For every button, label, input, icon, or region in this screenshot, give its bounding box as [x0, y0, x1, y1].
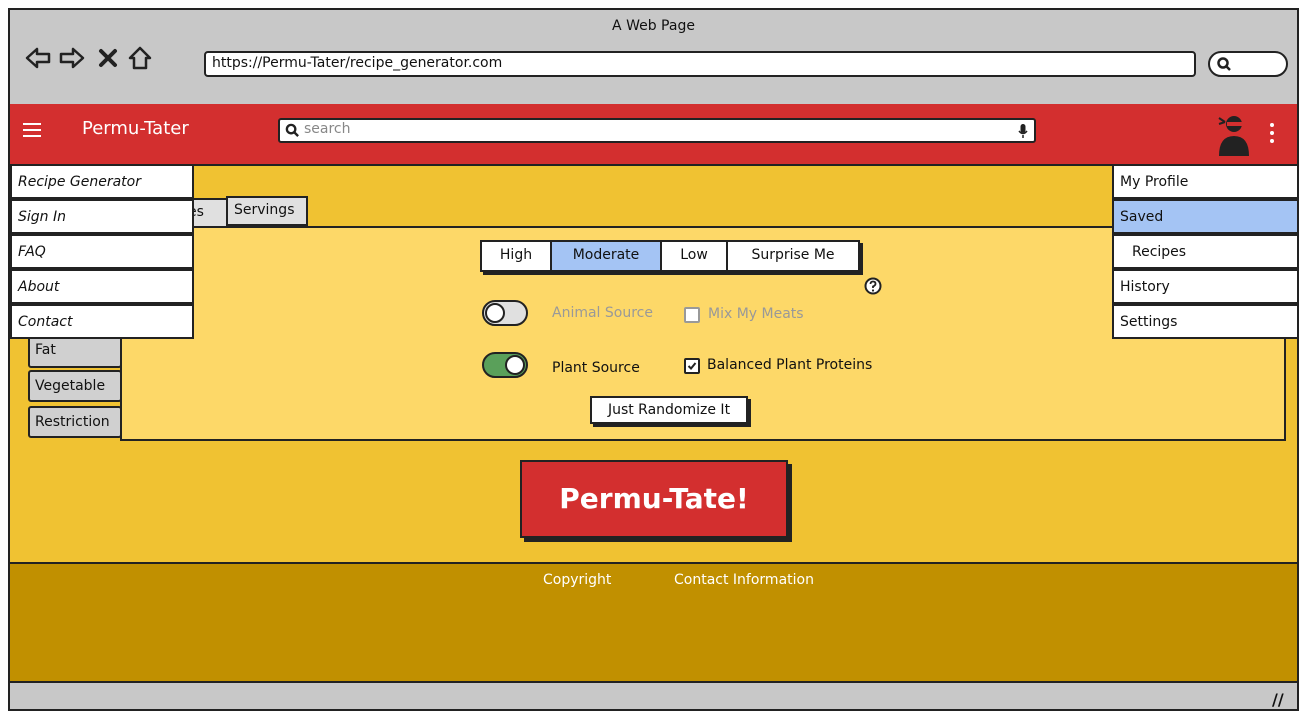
toggle-knob — [505, 355, 525, 375]
side-tab-fat[interactable]: Fat — [28, 334, 122, 368]
footer-contact-link[interactable]: Contact Information — [674, 572, 814, 588]
mix-my-meats-label: Mix My Meats — [708, 306, 804, 322]
menu-item-about[interactable]: About — [10, 269, 194, 304]
menu-item-my-profile[interactable]: My Profile — [1112, 164, 1297, 199]
animal-source-toggle[interactable] — [482, 300, 528, 326]
search-input[interactable]: search — [278, 118, 1036, 143]
level-option-low[interactable]: Low — [662, 242, 728, 270]
resize-grip-icon[interactable]: // — [1272, 690, 1284, 709]
forward-icon[interactable] — [58, 44, 86, 72]
permu-tate-button[interactable]: Permu-Tate! — [520, 460, 788, 538]
balanced-plant-proteins-checkbox[interactable] — [684, 358, 700, 374]
level-selector: High Moderate Low Surprise Me — [480, 240, 860, 272]
home-icon[interactable] — [126, 44, 154, 72]
back-icon[interactable] — [24, 44, 52, 72]
browser-search-field[interactable] — [1208, 51, 1288, 77]
main-nav-menu: Recipe Generator Sign In FAQ About Conta… — [10, 164, 194, 339]
footer: Copyright Contact Information — [10, 562, 1297, 683]
level-option-high[interactable]: High — [482, 242, 552, 270]
user-avatar-icon[interactable] — [1215, 112, 1253, 156]
balanced-plant-proteins-label: Balanced Plant Proteins — [707, 357, 873, 373]
menu-item-saved[interactable]: Saved — [1112, 199, 1297, 234]
level-option-moderate[interactable]: Moderate — [552, 242, 662, 270]
menu-item-recipe-generator[interactable]: Recipe Generator — [10, 164, 194, 199]
side-tab-vegetable[interactable]: Vegetable — [28, 370, 122, 402]
tab-servings[interactable]: Servings — [226, 196, 308, 226]
close-icon[interactable] — [94, 44, 122, 72]
hamburger-menu-icon[interactable] — [22, 122, 42, 138]
menu-item-settings[interactable]: Settings — [1112, 304, 1297, 339]
plant-source-label: Plant Source — [552, 360, 640, 376]
search-icon — [1217, 57, 1231, 71]
animal-source-label: Animal Source — [552, 305, 653, 321]
browser-window: A Web Page https://Permu-Tater/recipe_ge… — [8, 8, 1299, 711]
level-option-surprise-me[interactable]: Surprise Me — [728, 242, 858, 270]
microphone-icon[interactable] — [1018, 123, 1028, 139]
window-title: A Web Page — [612, 18, 695, 34]
menu-item-faq[interactable]: FAQ — [10, 234, 194, 269]
app-header: Permu-Tater search — [10, 104, 1297, 164]
menu-item-sign-in[interactable]: Sign In — [10, 199, 194, 234]
side-tab-restriction[interactable]: Restriction — [28, 406, 122, 438]
search-icon — [285, 123, 299, 137]
search-placeholder: search — [304, 121, 351, 137]
more-options-icon[interactable] — [1268, 122, 1276, 144]
user-menu: My Profile Saved Recipes History Setting… — [1112, 164, 1297, 339]
menu-item-history[interactable]: History — [1112, 269, 1297, 304]
randomize-button[interactable]: Just Randomize It — [590, 396, 748, 424]
toggle-knob — [485, 303, 505, 323]
checkmark-icon — [687, 362, 697, 370]
plant-source-toggle[interactable] — [482, 352, 528, 378]
url-bar[interactable]: https://Permu-Tater/recipe_generator.com — [204, 51, 1196, 77]
mix-my-meats-checkbox[interactable] — [684, 307, 700, 323]
help-icon[interactable] — [864, 277, 882, 295]
footer-copyright-link[interactable]: Copyright — [543, 572, 611, 588]
menu-item-contact[interactable]: Contact — [10, 304, 194, 339]
brand-name[interactable]: Permu-Tater — [82, 118, 189, 139]
menu-item-recipes[interactable]: Recipes — [1112, 234, 1297, 269]
